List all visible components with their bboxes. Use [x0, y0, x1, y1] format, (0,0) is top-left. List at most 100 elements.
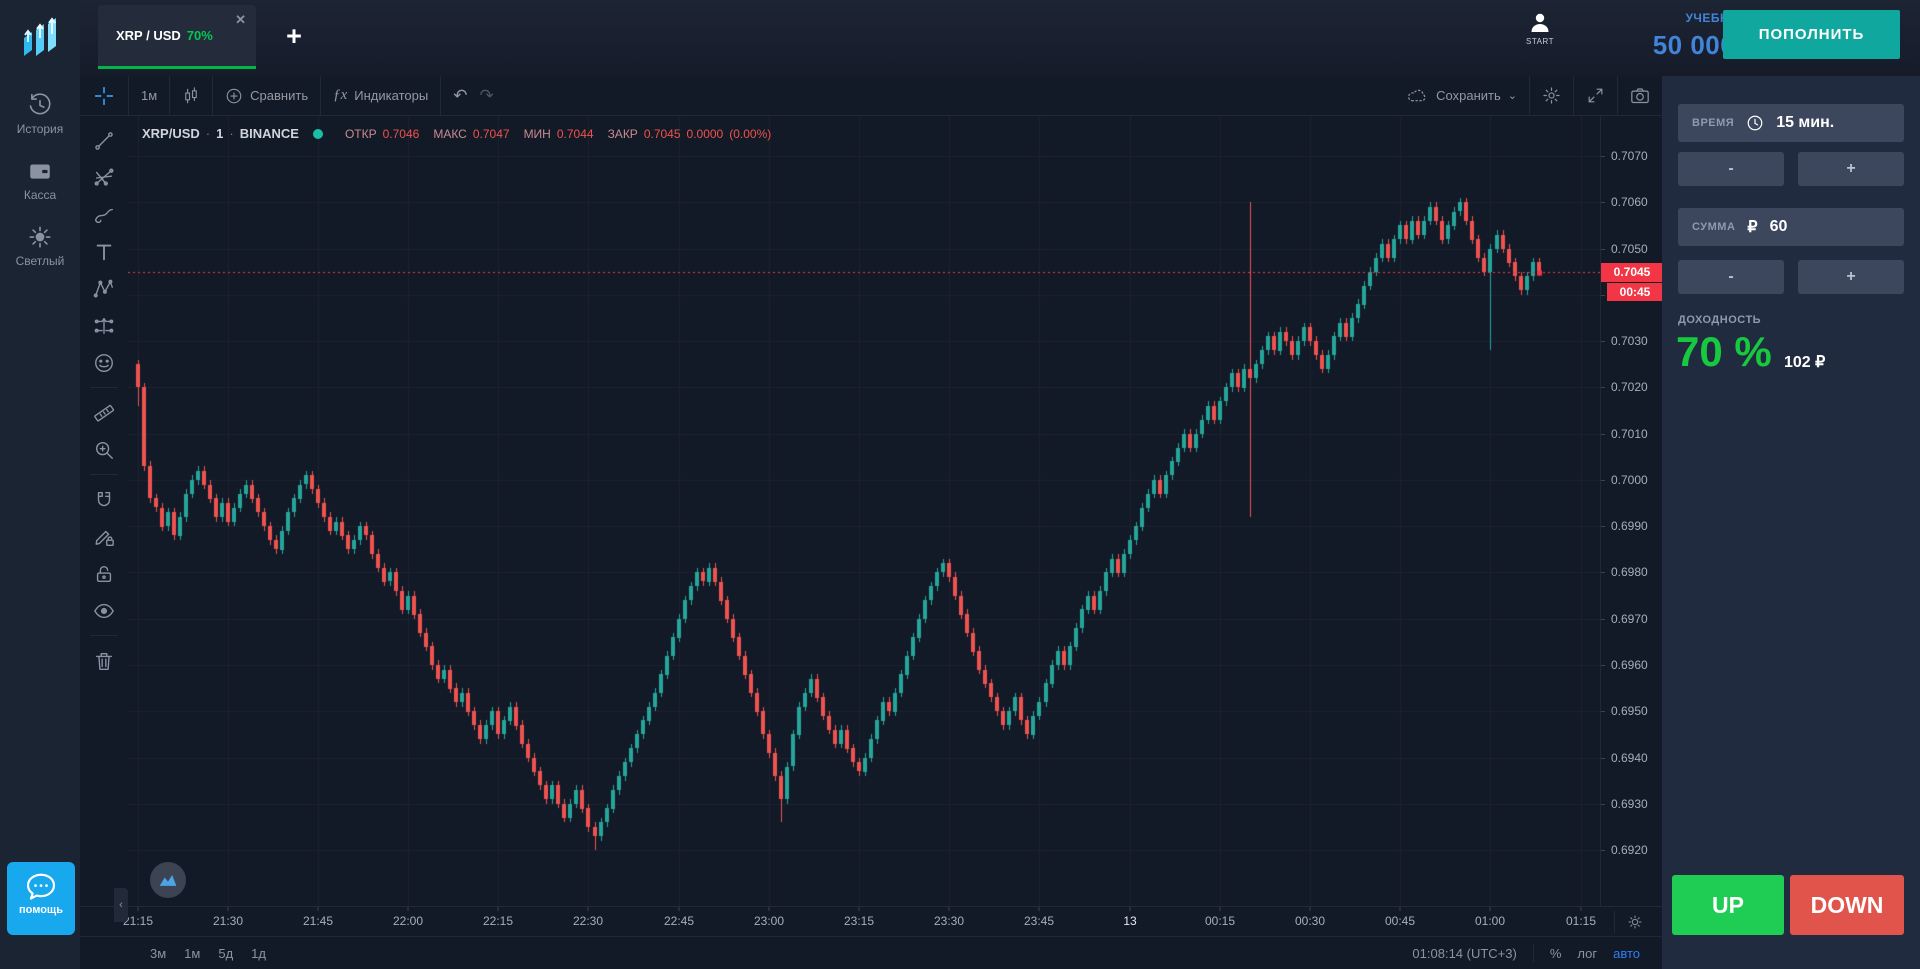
amount-label: СУММА	[1692, 221, 1735, 233]
down-button[interactable]: DOWN	[1790, 875, 1904, 935]
time-axis-label: 22:30	[573, 914, 603, 928]
amount-minus-button[interactable]: -	[1678, 260, 1784, 294]
new-tab-button[interactable]: +	[276, 18, 312, 54]
price-axis-label: 0.7050	[1611, 242, 1648, 256]
help-button[interactable]: помощь	[7, 862, 75, 935]
tab-xrp-usd[interactable]: XRP / USD 70% ✕	[98, 5, 256, 69]
sun-icon	[27, 224, 53, 250]
chart-plot-area[interactable]: XRP/USD · 1 · BINANCE ОТКР 0.7046 МАКС 0…	[128, 116, 1600, 906]
time-axis-tick	[1220, 907, 1221, 911]
chart-type-button[interactable]	[170, 76, 212, 116]
sidebar-item-cashier[interactable]: Касса	[0, 158, 80, 202]
close-label: ЗАКР	[608, 127, 638, 141]
start-label: START	[1526, 37, 1554, 46]
up-button[interactable]: UP	[1672, 875, 1784, 935]
candlestick-canvas[interactable]	[128, 116, 1600, 906]
legend-exchange: BINANCE	[240, 126, 299, 141]
range-1d[interactable]: 1д	[251, 946, 266, 961]
time-value: 15 мин.	[1776, 114, 1834, 132]
time-axis-label: 01:00	[1475, 914, 1505, 928]
smiley-icon	[93, 352, 115, 374]
amount-field[interactable]: СУММА ₽ 60	[1678, 208, 1904, 246]
low-label: МИН	[524, 127, 551, 141]
server-clock[interactable]: 01:08:14 (UTC+3)	[1412, 946, 1516, 961]
tab-symbol: XRP / USD	[116, 28, 181, 43]
crosshair-tool-button[interactable]	[80, 76, 128, 116]
auto-scale-button[interactable]: авто	[1613, 946, 1640, 961]
lock-all-tool[interactable]	[80, 555, 128, 592]
time-axis[interactable]: 21:1521:3021:4522:0022:1522:3022:4523:00…	[80, 906, 1662, 936]
time-axis-tick	[769, 907, 770, 911]
remove-drawings-tool[interactable]	[80, 642, 128, 679]
redo-button[interactable]: ↷	[479, 76, 505, 116]
range-switcher: 3м 1м 5д 1д	[150, 946, 266, 961]
time-axis-label: 01:15	[1566, 914, 1596, 928]
time-axis-label: 22:15	[483, 914, 513, 928]
time-axis-label: 00:45	[1385, 914, 1415, 928]
range-1m[interactable]: 1м	[184, 946, 200, 961]
magnet-tool[interactable]	[80, 481, 128, 518]
drawing-mode-lock-tool[interactable]	[80, 518, 128, 555]
expiry-time-field[interactable]: ВРЕМЯ 15 мин.	[1678, 104, 1904, 142]
low-value: 0.7044	[557, 127, 594, 141]
chevron-down-icon: ⌄	[1508, 89, 1517, 102]
sidebar-item-theme[interactable]: Светлый	[0, 224, 80, 268]
trend-line-tool[interactable]	[80, 122, 128, 159]
zoom-in-icon	[93, 439, 115, 461]
price-axis-tick	[1601, 804, 1605, 805]
brush-tool[interactable]	[80, 196, 128, 233]
time-plus-button[interactable]: +	[1798, 152, 1904, 186]
price-axis-tick	[1601, 850, 1605, 851]
tab-close-icon[interactable]: ✕	[235, 13, 246, 26]
interval-button[interactable]: 1м	[129, 76, 169, 116]
measure-tool[interactable]	[80, 394, 128, 431]
screenshot-button[interactable]	[1618, 76, 1662, 116]
axis-settings-button[interactable]	[1614, 911, 1654, 933]
close-value: 0.7045	[644, 127, 681, 141]
log-scale-button[interactable]: лог	[1577, 946, 1597, 961]
emoji-tool[interactable]	[80, 344, 128, 381]
legend-separator: ·	[206, 126, 210, 141]
legend-separator: ·	[229, 126, 233, 141]
tab-payout: 70%	[187, 28, 213, 43]
start-tour-button[interactable]: START	[1518, 11, 1562, 46]
chart-minimize-button[interactable]	[150, 862, 186, 898]
zoom-in-tool[interactable]	[80, 431, 128, 468]
amount-plus-button[interactable]: +	[1798, 260, 1904, 294]
logo-icon	[18, 12, 64, 64]
range-3m[interactable]: 3м	[150, 946, 166, 961]
collapse-toolbar-handle[interactable]: ‹	[114, 888, 128, 922]
chat-bubble-icon	[24, 872, 58, 902]
time-axis-tick	[588, 907, 589, 911]
fullscreen-button[interactable]	[1574, 76, 1617, 116]
time-axis-label: 23:45	[1024, 914, 1054, 928]
mountain-chart-icon	[158, 872, 178, 888]
trend-line-icon	[93, 130, 115, 152]
compare-button[interactable]: Сравнить	[213, 76, 320, 116]
hide-all-tool[interactable]	[80, 592, 128, 629]
time-axis-label: 13	[1123, 914, 1136, 928]
chart-bottom-bar: 3м 1м 5д 1д 01:08:14 (UTC+3) % лог авто	[80, 936, 1662, 969]
time-minus-button[interactable]: -	[1678, 152, 1784, 186]
chart-settings-button[interactable]	[1530, 76, 1573, 116]
time-axis-label: 21:45	[303, 914, 333, 928]
fullscreen-icon	[1586, 86, 1605, 105]
range-5d[interactable]: 5д	[218, 946, 233, 961]
save-layout-button[interactable]: Сохранить ⌄	[1395, 76, 1529, 116]
pattern-tool[interactable]	[80, 270, 128, 307]
time-axis-tick	[228, 907, 229, 911]
scale-controls: 01:08:14 (UTC+3) % лог авто	[1412, 944, 1640, 962]
left-sidebar: История Касса Светлый помощь	[0, 0, 80, 969]
crosshair-icon	[94, 86, 114, 106]
price-axis-label: 0.6990	[1611, 519, 1648, 533]
text-tool[interactable]	[80, 233, 128, 270]
deposit-button[interactable]: ПОПОЛНИТЬ	[1723, 10, 1900, 59]
sidebar-item-history[interactable]: История	[0, 92, 80, 136]
gann-fib-tool[interactable]	[80, 159, 128, 196]
indicators-button[interactable]: ƒx Индикаторы	[321, 76, 440, 116]
percent-scale-button[interactable]: %	[1550, 946, 1562, 961]
undo-button[interactable]: ↶	[441, 76, 479, 116]
forecast-tool[interactable]	[80, 307, 128, 344]
app-logo[interactable]	[18, 12, 64, 64]
price-axis[interactable]: 0.70700.70600.70500.70400.70300.70200.70…	[1600, 116, 1662, 906]
